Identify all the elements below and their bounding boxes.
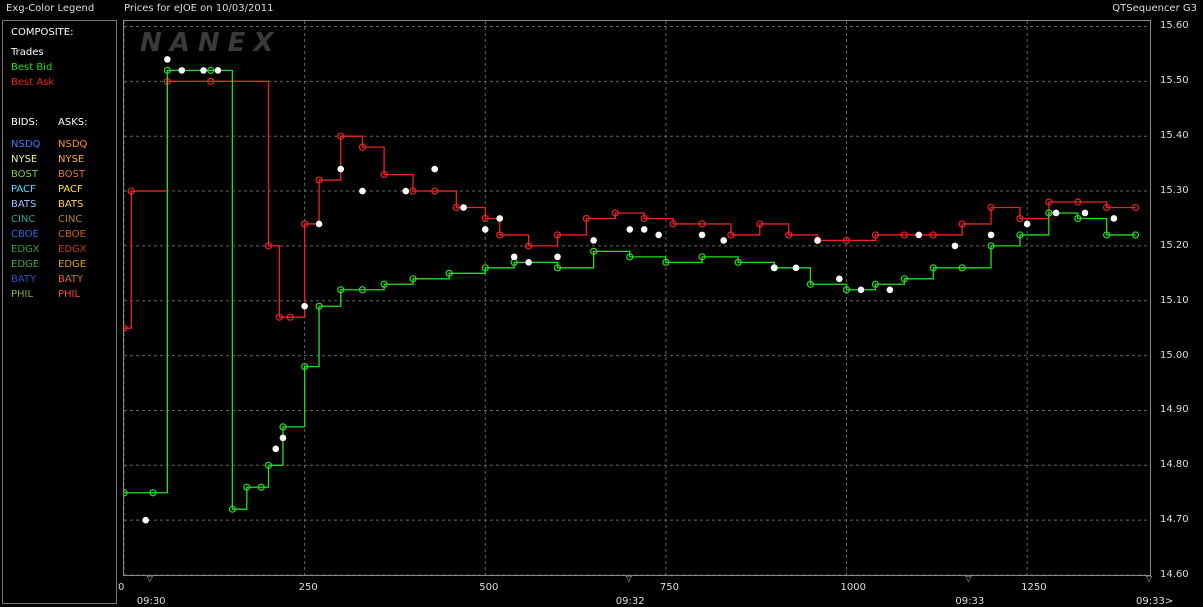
legend-ask-phil: PHIL [58,289,81,300]
trade-point [1081,209,1089,217]
legend-ask-bost: BOST [58,169,86,180]
trade-point [987,231,995,239]
trade-point [200,67,207,74]
y-tick-label: 15.50 [1160,75,1189,87]
legend-bid-nyse: NYSE [11,154,38,165]
trade-point [402,187,410,195]
time-marker-icon: ▽ [1146,574,1153,583]
trade-point [337,165,345,173]
y-tick-label: 14.60 [1160,569,1189,580]
trade-point [626,226,634,233]
legend-ask-nsdq: NSDQ [58,139,88,150]
trade-point [857,286,865,294]
price-chart [124,21,1150,575]
time-tick-label: 09:33> [1136,596,1174,607]
legend-ask-baty: BATY [58,274,84,285]
legend-bid-baty: BATY [11,274,37,285]
trade-point [460,204,467,211]
series-line-best-ask [124,80,1136,329]
x-tick-label: 750 [659,582,679,593]
legend-ask-nyse: NYSE [58,154,85,165]
legend-bid-pacf: PACF [11,184,36,195]
time-tick-label: 09:32 [615,596,645,607]
x-tick-label: 0 [118,582,125,593]
trade-point [915,231,923,239]
legend-best-bid: Best Bid [11,62,53,73]
trade-point [301,302,308,310]
trade-point [770,264,778,272]
legend-bid-edgx: EDGX [11,244,40,255]
trade-point [272,445,280,453]
time-marker-icon: ▽ [965,574,972,583]
trade-point [698,231,706,239]
legend-bid-bats: BATS [11,199,37,210]
trade-point [525,259,532,266]
bids-label: BIDS: [11,117,39,128]
time-marker-icon: ▽ [625,574,632,583]
legend-bid-edge: EDGE [11,259,40,270]
y-tick-label: 15.10 [1160,294,1189,306]
legend-ask-bats: BATS [58,199,84,210]
trade-point [431,165,438,173]
time-tick-label: 09:33 [955,596,985,607]
y-tick-label: 14.90 [1160,404,1189,416]
y-tick-label: 15.20 [1160,239,1189,251]
legend-bid-phil: PHIL [11,289,34,300]
time-marker-icon: ▽ [146,574,153,583]
trade-point [814,237,821,244]
y-tick-label: 14.70 [1160,514,1189,526]
trade-point [359,187,366,195]
trade-point [590,237,597,244]
legend-ask-edgx: EDGX [58,244,87,255]
legend-ask-cinc: CINC [58,214,83,225]
composite-label: COMPOSITE: [11,27,74,38]
trade-point [142,516,149,524]
trade-point [315,220,323,228]
x-tick-label: 1000 [840,582,866,593]
trade-point [836,275,843,283]
nanex-watermark: NANEX [140,28,282,58]
trade-point [720,237,728,244]
plot-area [123,20,1151,576]
legend-bid-nsdq: NSDQ [11,139,41,150]
y-tick-label: 15.40 [1160,130,1189,142]
trade-point [951,242,959,250]
x-tick-label: 500 [479,582,499,593]
legend-best-ask: Best Ask [11,77,55,88]
x-tick-label: 250 [298,582,318,593]
trade-point [496,215,504,222]
chart-title: Prices for eJOE on 10/03/2011 [124,3,274,14]
legend-bid-cboe: CBOE [11,229,39,240]
y-tick-label: 15.60 [1160,20,1189,32]
app-name: QTSequencer G3 [1112,3,1197,14]
trade-point [792,264,800,272]
trade-point [640,226,648,233]
legend-trades: Trades [11,47,44,58]
time-tick-label: 09:30 [136,596,166,607]
legend-ask-cboe: CBOE [58,229,86,240]
trade-point [510,253,518,261]
trade-point [279,434,287,442]
legend-bid-bost: BOST [11,169,39,180]
x-tick-label: 1250 [1021,582,1047,593]
legend-ask-pacf: PACF [58,184,83,195]
trade-point [214,67,222,74]
trade-point [481,226,489,233]
trade-point [178,67,186,74]
legend-ask-edge: EDGE [58,259,87,270]
y-tick-label: 15.00 [1160,349,1189,361]
trade-point [554,253,561,261]
trade-point [1023,220,1031,228]
y-tick-label: 15.30 [1160,185,1189,197]
asks-label: ASKS: [58,117,88,128]
trade-point [655,231,662,239]
legend-bid-cinc: CINC [11,214,36,225]
y-tick-label: 14.80 [1160,459,1189,471]
trade-point [886,286,894,294]
trade-point [1052,209,1060,217]
legend-title: Exg-Color Legend [6,3,95,14]
exchange-color-legend: COMPOSITE: Trades Best Bid Best Ask BIDS… [2,20,117,604]
trade-point [1110,215,1118,222]
